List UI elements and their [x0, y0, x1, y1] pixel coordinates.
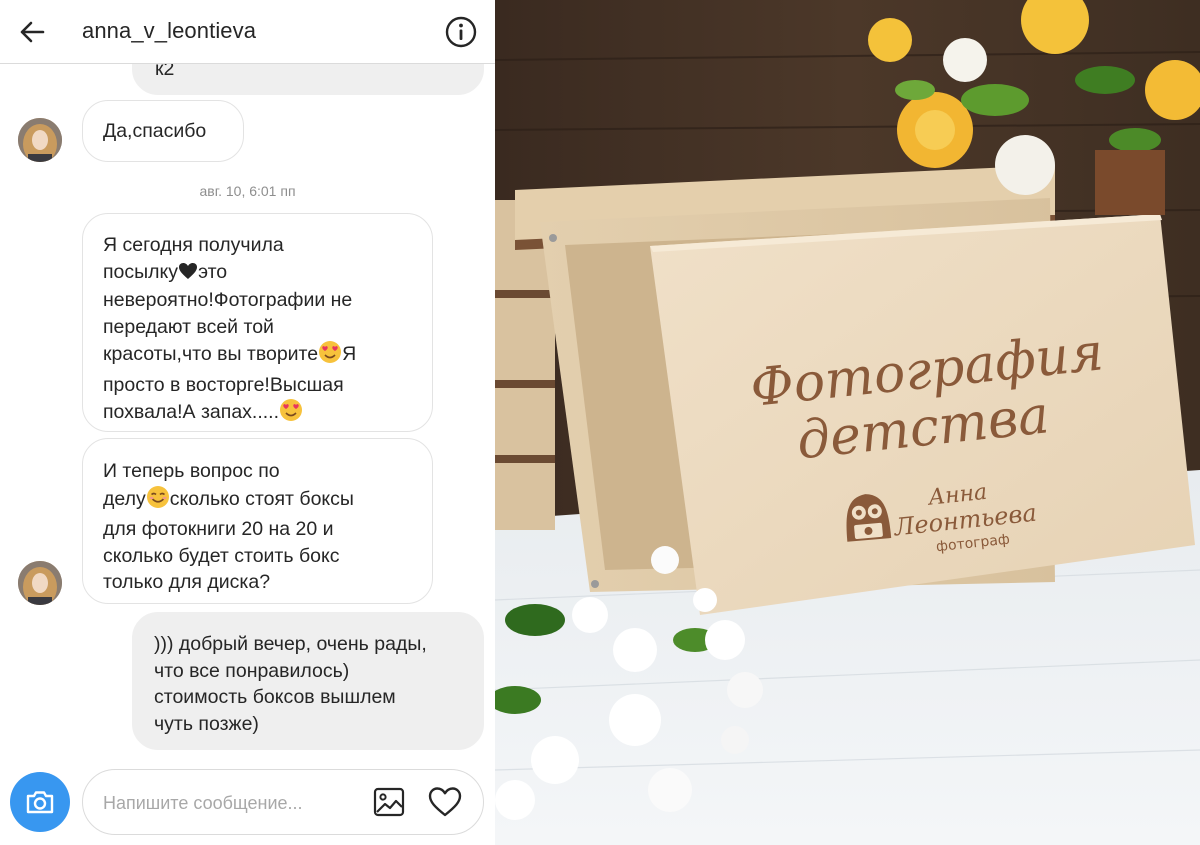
message-bubble-outgoing[interactable]: ))) добрый вечер, очень рады, что все по…	[132, 612, 484, 750]
message-bubble-incoming[interactable]: Да,спасибо	[82, 100, 244, 162]
message-input-box	[82, 769, 484, 835]
message-line: для фотокниги 20 на 20 и	[103, 518, 334, 540]
message-timestamp: авг. 10, 6:01 пп	[199, 183, 296, 199]
avatar-photo-icon	[18, 118, 62, 162]
message-line: только для диска?	[103, 571, 271, 593]
chat-header: anna_v_leontieva	[0, 0, 495, 64]
avatar-photo-icon	[18, 561, 62, 605]
product-photo: Фотография детства Анна Леонтьева фотогр…	[495, 0, 1200, 845]
contact-avatar[interactable]	[18, 118, 62, 162]
camera-icon	[26, 791, 54, 814]
info-button[interactable]	[444, 15, 478, 49]
gallery-button[interactable]	[373, 787, 407, 819]
message-line: невероятно!Фотографии не	[103, 289, 353, 311]
chat-username[interactable]: anna_v_leontieva	[82, 18, 256, 44]
message-line: И теперь вопрос по	[103, 460, 280, 482]
camera-button[interactable]	[10, 772, 70, 832]
message-line: посылку это	[103, 259, 422, 288]
message-text: Да,спасибо	[103, 120, 207, 142]
message-line: просто в восторге!Высшая	[103, 373, 344, 396]
message-line: красоты,что вы творите Я	[103, 340, 422, 372]
message-bubble-incoming[interactable]: И теперь вопрос по делу сколько стоят бок…	[82, 438, 433, 604]
message-line: Я сегодня получила	[103, 234, 284, 256]
message-line: сколько будет стоить бокс	[103, 544, 340, 567]
back-button[interactable]	[16, 16, 48, 48]
smiling-emoji-icon	[146, 485, 170, 517]
back-arrow-icon	[20, 21, 45, 43]
heart-eyes-emoji-icon	[279, 398, 303, 430]
info-icon	[445, 16, 477, 48]
message-composer	[0, 760, 495, 845]
gallery-icon	[373, 787, 405, 817]
message-line: ))) добрый вечер, очень рады,	[154, 633, 427, 655]
wooden-box-photo: Фотография детства Анна Леонтьева фотогр…	[495, 0, 1200, 845]
message-line: что все понравилось)	[154, 659, 350, 682]
chat-panel: anna_v_leontieva к2 Да,спасибо авг. 10, …	[0, 0, 495, 845]
contact-avatar[interactable]	[18, 561, 62, 605]
message-bubble-incoming[interactable]: Я сегодня получила посылку это невероятно…	[82, 213, 433, 432]
message-line: похвала!А запах.....	[103, 398, 422, 430]
message-line: передают всей той	[103, 315, 274, 338]
message-line: стоимость боксов вышлем	[154, 686, 396, 708]
message-line: чуть позже)	[154, 712, 259, 735]
message-line: делу сколько стоят боксы	[103, 485, 422, 517]
heart-icon	[428, 787, 462, 817]
heart-eyes-emoji-icon	[318, 340, 342, 372]
like-button[interactable]	[427, 786, 463, 820]
message-input[interactable]	[103, 790, 353, 816]
heart-emoji-icon	[178, 261, 198, 288]
